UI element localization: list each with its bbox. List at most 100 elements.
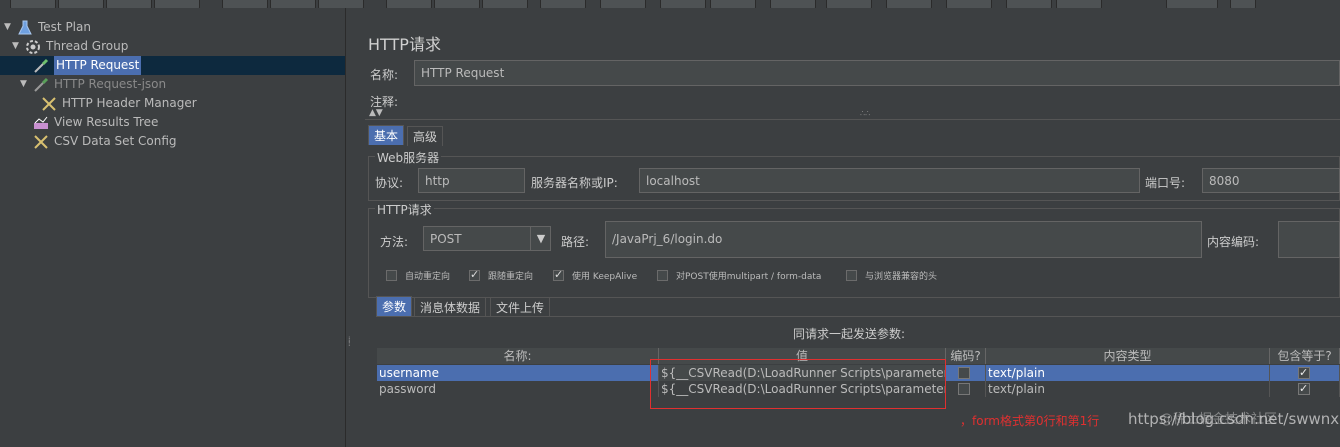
name-field[interactable]: HTTP Request <box>414 60 1340 86</box>
splitter-handle[interactable]: ⁞ ⁞ <box>346 8 354 447</box>
save-icon[interactable] <box>154 0 200 8</box>
test-plan-tree: ▼ Test Plan ▼ Thread Group HTTP Request … <box>0 8 346 447</box>
graph-icon <box>32 114 50 132</box>
open-icon[interactable] <box>106 0 152 8</box>
cut-icon[interactable] <box>222 0 268 8</box>
paste-icon[interactable] <box>318 0 364 8</box>
browser-compatible-headers-checkbox[interactable]: 与浏览器兼容的头 <box>846 269 937 282</box>
tree-item-http-request-json[interactable]: ▼ HTTP Request-json <box>20 75 166 94</box>
column-header-name[interactable]: 名称: <box>377 348 659 364</box>
params-caption: 同请求一起发送参数: <box>793 327 906 341</box>
reset-search-icon[interactable] <box>946 0 992 8</box>
checkbox-box[interactable] <box>553 268 564 281</box>
collapse-icon[interactable] <box>434 0 480 8</box>
encode-checkbox[interactable] <box>958 367 970 379</box>
counter-display <box>1166 0 1218 8</box>
checkbox-box[interactable] <box>386 270 397 281</box>
page-title: HTTP请求 <box>368 35 441 54</box>
start-icon[interactable] <box>540 0 586 8</box>
tree-item-csv-data-set-config[interactable]: CSV Data Set Config <box>32 132 177 151</box>
param-name-cell[interactable]: username <box>377 365 659 381</box>
column-header-encode[interactable]: 编码? <box>946 348 986 364</box>
expand-arrow-icon[interactable]: ▼ <box>20 75 32 94</box>
param-content-type-cell[interactable]: text/plain <box>986 381 1270 397</box>
tree-item-label: HTTP Request <box>54 56 142 75</box>
templates-icon[interactable] <box>58 0 104 8</box>
tree-item-label: CSV Data Set Config <box>54 134 177 148</box>
clear-icon[interactable] <box>770 0 816 8</box>
tree-item-view-results-tree[interactable]: View Results Tree <box>32 113 158 132</box>
param-include-equals-cell[interactable] <box>1270 381 1340 397</box>
include-equals-checkbox[interactable] <box>1298 365 1310 381</box>
tab-basic[interactable]: 基本 <box>368 125 405 145</box>
checkbox-box[interactable] <box>846 270 857 281</box>
param-name-cell[interactable]: password <box>377 381 659 397</box>
chevron-down-icon[interactable]: ▼ <box>530 227 551 250</box>
path-field[interactable]: /JavaPrj_6/login.do <box>605 221 1202 258</box>
param-content-type-cell[interactable]: text/plain <box>986 365 1270 381</box>
protocol-label: 协议: <box>375 176 404 190</box>
method-label: 方法: <box>380 235 409 249</box>
column-header-content-type[interactable]: 内容类型 <box>986 348 1270 364</box>
pipette-icon <box>32 57 50 75</box>
tab-body-data[interactable]: 消息体数据 <box>414 297 487 317</box>
annotation-note: ，form格式第0行和第1行 <box>960 414 1100 428</box>
toggle-icon[interactable] <box>482 0 528 8</box>
tab-file-upload[interactable]: 文件上传 <box>490 297 551 317</box>
tree-item-http-header-manager[interactable]: HTTP Header Manager <box>40 94 197 113</box>
multipart-checkbox[interactable]: 对POST使用multipart / form-data <box>657 269 821 282</box>
drag-handle-icon[interactable]: ∴∴ <box>860 109 870 118</box>
checkbox-box[interactable] <box>657 270 668 281</box>
wrench-icon <box>32 133 50 151</box>
protocol-field[interactable]: http <box>418 168 525 193</box>
tree-item-thread-group[interactable]: ▼ Thread Group <box>12 37 128 56</box>
include-equals-checkbox[interactable] <box>1298 381 1310 397</box>
tree-item-label: HTTP Header Manager <box>62 96 197 110</box>
copy-icon[interactable] <box>270 0 316 8</box>
toolbar <box>0 0 1340 8</box>
new-icon[interactable] <box>10 0 56 8</box>
help-icon[interactable] <box>1056 0 1102 8</box>
tree-item-label: Thread Group <box>46 39 129 53</box>
param-include-equals-cell[interactable] <box>1270 365 1340 381</box>
function-helper-icon[interactable] <box>1006 0 1052 8</box>
start-no-pause-icon[interactable] <box>600 0 646 8</box>
warning-icon[interactable] <box>1230 0 1256 8</box>
auto-redirect-checkbox[interactable]: 自动重定向 <box>386 269 450 282</box>
tree-item-test-plan[interactable]: ▼ Test Plan <box>4 18 91 37</box>
content-encoding-field[interactable] <box>1278 221 1340 258</box>
tree-item-label: HTTP Request-json <box>54 77 167 91</box>
checkbox-label: 跟随重定向 <box>488 272 534 282</box>
server-name-field[interactable]: localhost <box>639 168 1140 193</box>
checkbox-label: 自动重定向 <box>405 272 451 282</box>
gear-icon <box>24 38 42 56</box>
tab-advanced[interactable]: 高级 <box>407 126 444 146</box>
expand-icon[interactable] <box>386 0 432 8</box>
shutdown-icon[interactable] <box>710 0 756 8</box>
checkbox-label: 与浏览器兼容的头 <box>865 272 938 282</box>
wrench-icon <box>40 95 58 113</box>
follow-redirect-checkbox[interactable]: 跟随重定向 <box>469 268 534 282</box>
port-field[interactable]: 8080 <box>1202 168 1340 193</box>
divider <box>376 316 1340 317</box>
tree-item-label: View Results Tree <box>54 115 159 129</box>
web-server-title: Web服务器 <box>375 149 442 166</box>
param-encode-cell[interactable] <box>946 365 986 381</box>
keepalive-checkbox[interactable]: 使用 KeepAlive <box>553 268 637 282</box>
name-label: 名称: <box>370 68 399 82</box>
tree-item-http-request[interactable]: HTTP Request <box>32 56 142 75</box>
expand-arrow-icon[interactable]: ▼ <box>12 37 24 56</box>
param-encode-cell[interactable] <box>946 381 986 397</box>
column-header-include-equals[interactable]: 包含等于? <box>1270 348 1340 364</box>
search-icon[interactable] <box>886 0 932 8</box>
clear-all-icon[interactable] <box>826 0 872 8</box>
stop-icon[interactable] <box>660 0 706 8</box>
pipette-icon <box>32 76 50 94</box>
comment-field[interactable] <box>410 91 1340 109</box>
tab-parameters[interactable]: 参数 <box>376 296 413 316</box>
expand-arrow-icon[interactable]: ▼ <box>4 18 16 37</box>
path-label: 路径: <box>561 235 590 249</box>
checkbox-box[interactable] <box>469 268 480 281</box>
encode-checkbox[interactable] <box>958 383 970 395</box>
collapse-arrows-icon[interactable]: ▲▼ <box>369 108 383 118</box>
